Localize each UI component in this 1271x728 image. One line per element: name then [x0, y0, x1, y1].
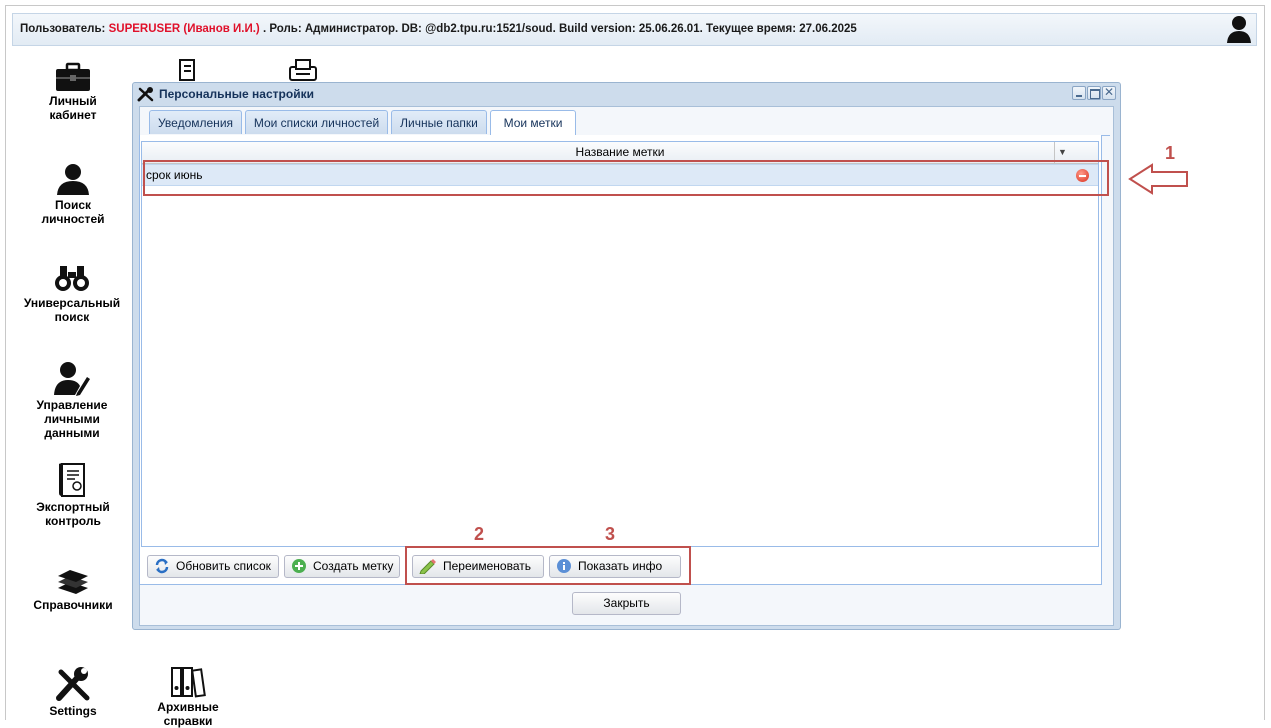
session-info: Пользователь: SUPERUSER (Иванов И.И.) . …	[20, 23, 857, 35]
create-label-button[interactable]: Создать метку	[284, 555, 400, 578]
desktop-item-archive[interactable]: Архивные справки	[150, 666, 226, 728]
tools-icon	[137, 87, 154, 102]
close-button[interactable]: Закрыть	[572, 592, 681, 615]
tab-notifications[interactable]: Уведомления	[149, 110, 242, 134]
desktop-item-label: Личный кабинет	[49, 94, 97, 122]
maximize-button[interactable]	[1087, 86, 1101, 100]
status-bar: Пользователь: SUPERUSER (Иванов И.И.) . …	[12, 13, 1257, 46]
desktop-item-label: Управление личными данными	[36, 398, 108, 440]
desktop-item-label: Справочники	[33, 598, 113, 612]
desktop-item-label: Settings	[49, 704, 97, 718]
desktop-item-cabinet[interactable]: Личный кабинет	[40, 62, 106, 122]
labels-grid: Название метки ▼ срок июнь	[141, 141, 1099, 547]
desktop-item-person-search[interactable]: Поиск личностей	[34, 162, 112, 226]
desktop-item-references[interactable]: Справочники	[28, 568, 118, 612]
user-edit-icon	[54, 362, 90, 396]
session-details: . Роль: Администратор. DB: @db2.tpu.ru:1…	[262, 23, 857, 35]
refresh-icon	[155, 558, 169, 574]
printer-icon[interactable]	[288, 58, 318, 82]
desktop-item-settings[interactable]: Settings	[40, 666, 106, 718]
highlight-buttons	[405, 546, 691, 585]
column-header-label: Название метки	[575, 145, 665, 159]
refresh-label: Обновить список	[176, 559, 271, 573]
close-window-button[interactable]: ✕	[1102, 85, 1116, 100]
minimize-button[interactable]	[1072, 86, 1086, 100]
tab-bar: Уведомления Мои списки личностей Личные …	[139, 108, 1110, 136]
desktop-item-label: Поиск личностей	[41, 198, 105, 226]
certificate-icon	[59, 463, 85, 497]
tab-personal-folders[interactable]: Личные папки	[391, 110, 487, 134]
desktop-item-label: Экспортный контроль	[36, 500, 110, 528]
user-avatar-icon[interactable]	[1226, 14, 1252, 44]
annotation-2: 2	[474, 524, 485, 544]
annotation-1: 1	[1165, 143, 1176, 163]
desktop-item-export-control[interactable]: Экспортный контроль	[28, 462, 118, 528]
document-icon[interactable]	[176, 58, 200, 82]
books-icon	[58, 570, 88, 594]
tools-icon	[56, 667, 90, 701]
create-label: Создать метку	[313, 559, 394, 573]
refresh-list-button[interactable]: Обновить список	[147, 555, 279, 578]
user-name: SUPERUSER (Иванов И.И.)	[108, 23, 260, 35]
window-title: Персональные настройки	[159, 87, 314, 101]
binders-icon	[171, 667, 206, 698]
desktop-item-personal-data[interactable]: Управление личными данными	[30, 360, 114, 440]
briefcase-icon	[56, 62, 90, 91]
desktop-item-universal-search[interactable]: Универсальный поиск	[20, 262, 124, 324]
annotation-3: 3	[605, 524, 616, 544]
tab-person-lists[interactable]: Мои списки личностей	[245, 110, 388, 134]
highlight-row	[143, 160, 1109, 196]
binoculars-icon	[55, 266, 89, 291]
desktop-item-label: Архивные справки	[157, 700, 219, 728]
arrow-left-icon	[1128, 163, 1188, 195]
tab-my-labels[interactable]: Мои метки	[490, 110, 576, 136]
user-label: Пользователь:	[20, 23, 106, 35]
desktop-item-label: Универсальный поиск	[23, 296, 121, 324]
person-icon	[57, 164, 89, 195]
add-icon	[292, 558, 306, 573]
